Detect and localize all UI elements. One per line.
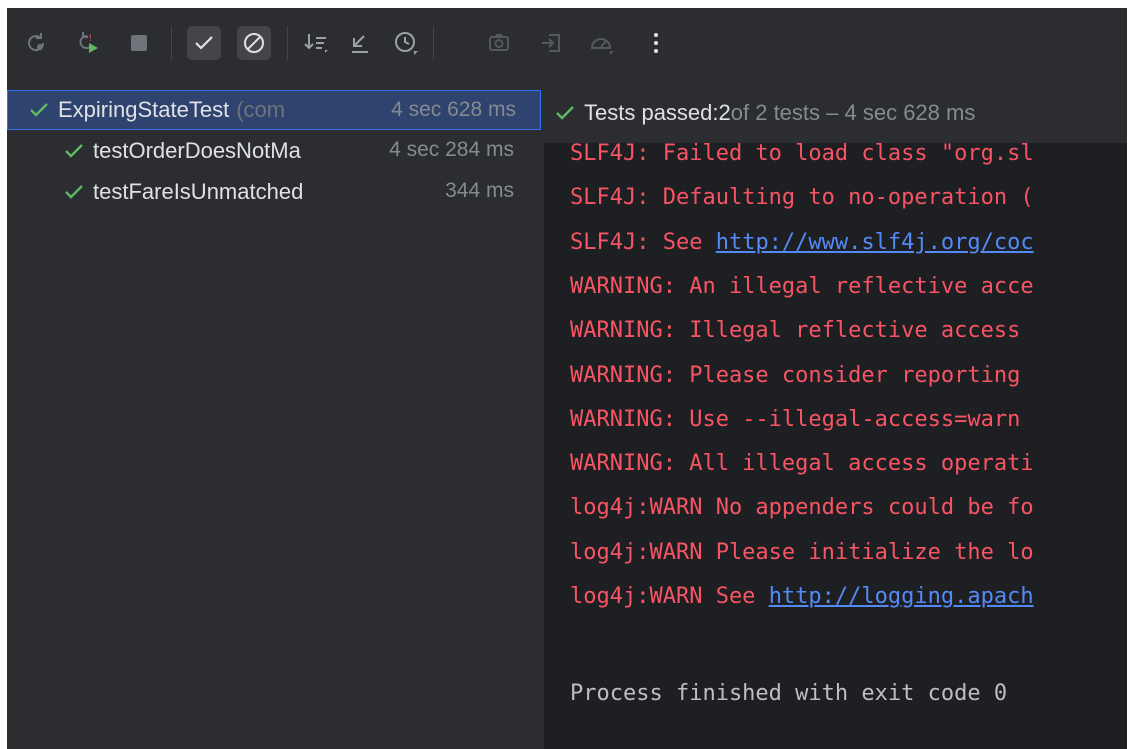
toolbar-divider [433, 26, 434, 60]
console-line: log4j:WARN No appenders could be fo [570, 491, 1034, 525]
console-line-text: SLF4J: See [570, 229, 716, 255]
console-line: WARNING: An illegal reflective acce [570, 270, 1034, 304]
show-ignored-toggle[interactable] [237, 26, 271, 60]
rerun-failed-button[interactable]: ! [71, 26, 105, 60]
test-name: testFareIsUnmatched [93, 179, 304, 204]
console-output[interactable]: SLF4J: Failed to load class "org.sl SLF4J… [570, 143, 1127, 749]
console-line-text: SLF4J: Defaulting to no-operation ( [570, 185, 1034, 211]
console-line-text: WARNING: An illegal reflective acce [570, 273, 1034, 299]
console-line: log4j:WARN See http://logging.apach [570, 580, 1034, 614]
show-passed-toggle[interactable] [187, 26, 221, 60]
console-line: Process finished with exit code 0 [570, 677, 1007, 711]
stop-button[interactable] [122, 26, 156, 60]
tree-item-test[interactable]: testOrderDoesNotMa 4 sec 284 ms [7, 133, 541, 169]
console-line: SLF4J: See http://www.slf4j.org/coc [570, 226, 1034, 260]
test-duration: 4 sec 284 ms [389, 138, 514, 161]
sort-icon [304, 34, 328, 53]
console-line: WARNING: Illegal reflective access [570, 314, 1034, 348]
console-panel: Tests passed: 2 of 2 tests – 4 sec 628 m… [544, 83, 1127, 749]
import-icon [542, 34, 560, 52]
console-line-text: log4j:WARN See [570, 584, 769, 609]
camera-icon [489, 34, 509, 51]
console-line-text: WARNING: All illegal access operati [570, 451, 1034, 477]
console-line: WARNING: Use --illegal-access=warn [570, 403, 1034, 437]
status-prefix: Tests passed: [584, 100, 719, 125]
rerun-button[interactable] [19, 26, 53, 60]
stop-icon [131, 35, 147, 51]
test-class-package: (com [236, 97, 286, 122]
passed-check-icon [30, 103, 48, 117]
toolbar-divider [287, 26, 288, 60]
svg-text:!: ! [89, 33, 92, 43]
passed-check-icon [556, 106, 574, 120]
import-button[interactable] [534, 26, 568, 60]
passed-count: 2 [718, 100, 731, 125]
status-summary: of 2 tests – 4 sec 628 ms [730, 100, 976, 125]
test-name: testOrderDoesNotMa [93, 138, 301, 163]
console-line: SLF4J: Defaulting to no-operation ( [570, 181, 1034, 215]
console-line-text: WARNING: Please consider reporting [570, 362, 1034, 388]
more-options-button[interactable] [639, 26, 673, 60]
console-line-text: WARNING: Use --illegal-access=warn [570, 406, 1034, 432]
test-class-duration: 4 sec 628 ms [391, 98, 516, 121]
test-status-bar: Tests passed: 2 of 2 tests – 4 sec 628 m… [544, 83, 1127, 143]
show-ignored-icon [244, 33, 264, 53]
collapse-icon [352, 35, 368, 53]
test-tree: ExpiringStateTest (com 4 sec 628 ms test… [7, 83, 545, 749]
rerun-icon [28, 33, 45, 52]
console-line-text: log4j:WARN Please initialize the lo [570, 539, 1034, 565]
collapse-button[interactable] [344, 26, 378, 60]
console-line-text: Process finished with exit code 0 [570, 680, 1008, 706]
test-duration: 344 ms [445, 179, 514, 202]
console-line: WARNING: Please consider reporting [570, 359, 1034, 393]
console-line-text: SLF4J: Failed to load class "org.sl [570, 143, 1034, 166]
show-passed-icon [195, 36, 213, 50]
console-line-text: WARNING: Illegal reflective access [570, 318, 1034, 344]
tree-item-root[interactable]: ExpiringStateTest (com 4 sec 628 ms [7, 90, 541, 130]
gauge-icon [590, 38, 614, 55]
test-toolbar: ! [7, 8, 1127, 83]
history-button[interactable] [389, 26, 423, 60]
console-line-text: log4j:WARN No appenders could be fo [570, 495, 1034, 521]
console-line: SLF4J: Failed to load class "org.sl [570, 143, 1034, 171]
sort-button[interactable] [299, 26, 333, 60]
coverage-button[interactable] [585, 26, 619, 60]
history-icon [395, 32, 418, 55]
more-icon [654, 33, 658, 53]
console-link[interactable]: http://logging.apach [769, 584, 1034, 609]
test-class-name: ExpiringStateTest [58, 97, 230, 122]
passed-check-icon [65, 144, 83, 158]
test-runner-window: ! ExpiringStateTest (com 4 sec 628 ms te… [7, 8, 1127, 749]
tree-item-test[interactable]: testFareIsUnmatched 344 ms [7, 174, 541, 210]
passed-check-icon [65, 185, 83, 199]
toolbar-divider [171, 26, 172, 60]
console-line: log4j:WARN Please initialize the lo [570, 536, 1034, 570]
rerun-failed-icon: ! [79, 32, 98, 53]
console-link[interactable]: http://www.slf4j.org/coc [716, 230, 1034, 255]
screenshot-button[interactable] [482, 26, 516, 60]
console-line: WARNING: All illegal access operati [570, 447, 1034, 481]
